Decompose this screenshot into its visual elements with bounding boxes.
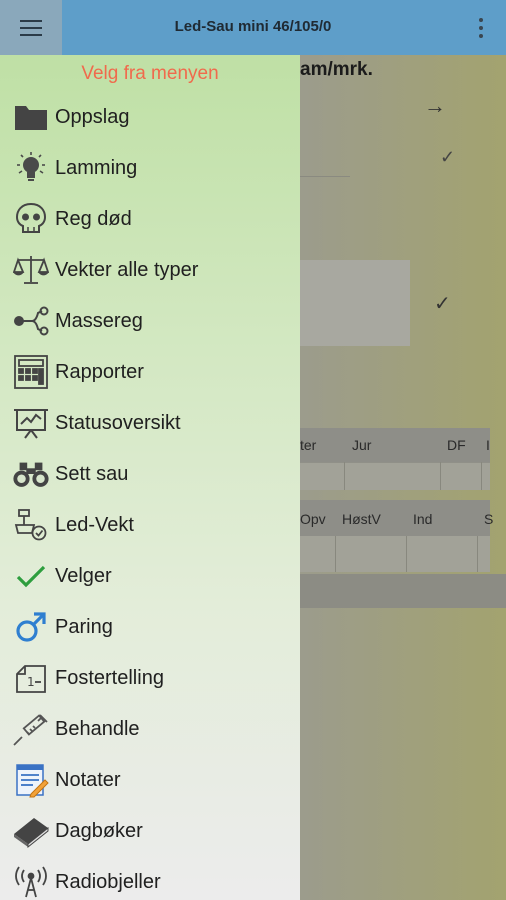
app-title: Led-Sau mini 46/105/0 [174,18,332,35]
menu-item-label: Dagbøker [55,819,143,842]
arrow-right-icon: → [424,93,446,118]
menu-item-radiobjeller[interactable]: Radiobjeller [0,857,300,900]
presentation-chart-icon [12,404,50,442]
menu-item-statusoversikt[interactable]: Statusoversikt [0,398,300,448]
lightbulb-icon [12,149,50,187]
menu-item-label: Rapporter [55,360,144,383]
drawer-title: Velg fra menyen [81,63,219,84]
menu-item-label: Velger [55,564,112,587]
menu-item-label: Led-Vekt [55,513,134,536]
menu-item-lamming[interactable]: Lamming [0,143,300,193]
background-table-row [300,536,490,572]
divider [300,176,350,177]
menu-item-led-vekt[interactable]: Led-Vekt [0,500,300,550]
menu-item-massereg[interactable]: Massereg [0,296,300,346]
table-header-cell: S [484,511,494,527]
table-header-cell: Opv [300,511,326,527]
nodes-icon [12,302,50,340]
menu-item-label: Vekter alle typer [55,258,199,281]
table-header-cell: Jur [352,437,372,453]
menu-item-dagboker[interactable]: Dagbøker [0,806,300,856]
checkmark-icon [12,557,50,595]
table-header-cell: Ind [413,511,433,527]
skull-icon [12,200,50,238]
navigation-drawer: Velg fra menyen Oppslag Lamming Reg død … [0,55,300,900]
menu-item-label: Massereg [55,309,143,332]
menu-item-behandle[interactable]: Behandle [0,704,300,754]
menu-item-reg-dod[interactable]: Reg død [0,194,300,244]
background-panel [300,260,410,346]
folder-icon [12,98,50,136]
menu-item-label: Notater [55,768,121,791]
svg-text:1: 1 [27,675,35,689]
menu-item-label: Statusoversikt [55,411,181,434]
menu-item-fostertelling[interactable]: 1 Fostertelling [0,653,300,703]
background-band [300,574,506,608]
check-icon: ✓ [434,293,451,315]
menu-item-notater[interactable]: Notater [0,755,300,805]
menu-item-paring[interactable]: Paring [0,602,300,652]
menu-item-velger[interactable]: Velger [0,551,300,601]
led-weight-icon [12,506,50,544]
table-header-cell: DF [447,437,466,453]
ultrasound-icon: 1 [12,659,50,697]
background-table-header [300,500,490,536]
more-vert-icon[interactable] [478,18,484,38]
menu-item-vekter-alle-typer[interactable]: Vekter alle typer [0,245,300,295]
table-header-cell: I [486,437,490,453]
male-symbol-icon [12,608,50,646]
menu-item-label: Radiobjeller [55,870,161,893]
menu-item-oppslag[interactable]: Oppslag [0,92,300,142]
menu-item-sett-sau[interactable]: Sett sau [0,449,300,499]
menu-item-label: Sett sau [55,462,129,485]
table-header-cell: ter [300,437,317,453]
book-icon [12,812,50,850]
report-icon [12,353,50,391]
menu-item-label: Behandle [55,717,140,740]
menu-item-label: Lamming [55,156,138,179]
menu-item-label: Oppslag [55,105,130,128]
app-bar: Led-Sau mini 46/105/0 [0,0,506,55]
menu-item-label: Fostertelling [55,666,164,689]
check-icon: ✓ [440,147,456,167]
radio-antenna-icon [12,863,50,900]
scales-icon [12,251,50,289]
background-header: am/mrk. [300,59,373,80]
syringe-icon [12,710,50,748]
menu-item-rapporter[interactable]: Rapporter [0,347,300,397]
menu-item-label: Reg død [55,207,132,230]
binoculars-icon [12,455,50,493]
menu-item-label: Paring [55,615,113,638]
background-table-row [300,462,490,490]
table-header-cell: HøstV [342,511,381,527]
notes-icon [12,761,50,799]
